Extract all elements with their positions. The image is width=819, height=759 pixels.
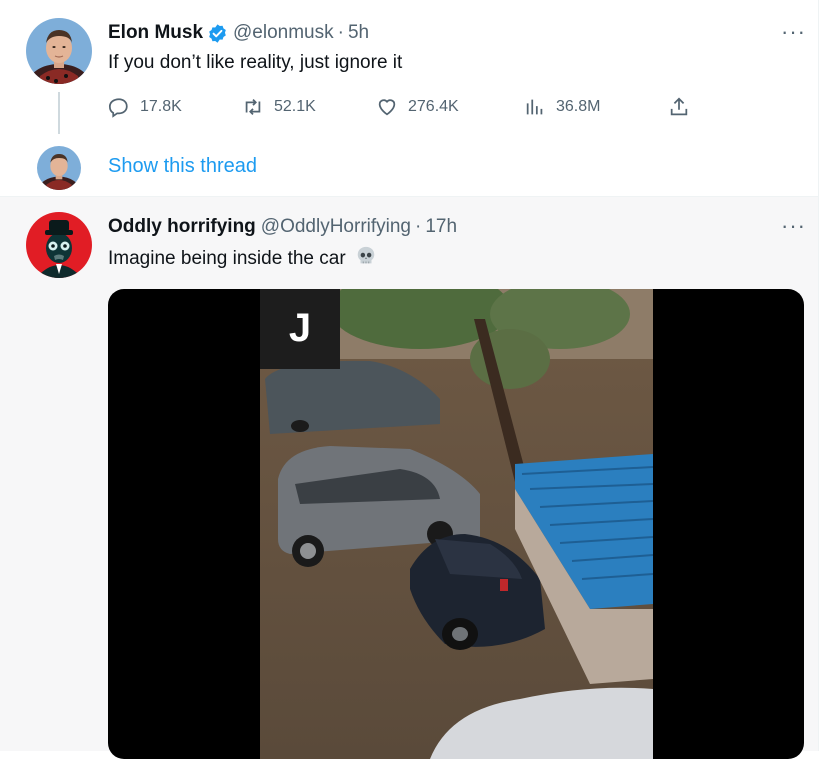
retweet-button[interactable]: 52.1K [242, 96, 316, 118]
like-count: 276.4K [408, 98, 459, 115]
timestamp[interactable]: 5h [348, 21, 369, 45]
tweet-elonmusk[interactable]: Elon Musk @elonmusk · 5h ··· If you don’… [0, 0, 819, 196]
avatar-elonmusk[interactable] [26, 18, 92, 84]
like-button[interactable]: 276.4K [376, 96, 459, 118]
display-name[interactable]: Oddly horrifying [108, 215, 256, 239]
verified-badge-icon [209, 23, 226, 43]
timestamp[interactable]: 17h [425, 215, 457, 239]
more-options-icon[interactable]: ··· [781, 215, 806, 237]
display-name[interactable]: Elon Musk [108, 21, 203, 45]
reply-count: 17.8K [140, 98, 182, 115]
video-frame: J [260, 289, 653, 759]
video-player[interactable]: J [108, 289, 804, 759]
thread-connector-line [58, 92, 60, 134]
tweet-text-content: Imagine being inside the car [108, 248, 346, 269]
tweet-header: Oddly horrifying @OddlyHorrifying · 17h [108, 215, 457, 239]
retweet-icon [245, 99, 261, 115]
avatar-elonmusk-small[interactable] [37, 146, 81, 190]
separator-dot: · [415, 216, 422, 237]
views-count: 36.8M [556, 98, 601, 115]
tweet-header: Elon Musk @elonmusk · 5h [108, 21, 369, 45]
handle[interactable]: @elonmusk [233, 21, 334, 45]
show-this-thread-link[interactable]: Show this thread [108, 155, 257, 178]
handle[interactable]: @OddlyHorrifying [261, 215, 411, 239]
retweet-count: 52.1K [274, 98, 316, 115]
tweet-text: If you don’t like reality, just ignore i… [108, 52, 403, 73]
views-button[interactable]: 36.8M [524, 96, 600, 118]
share-icon [670, 97, 688, 116]
reply-icon [108, 98, 128, 118]
skull-emoji-icon [357, 246, 375, 264]
share-button[interactable] [668, 96, 690, 118]
video-badge-text: J [289, 306, 311, 350]
heart-icon [378, 99, 396, 116]
views-icon [526, 99, 543, 115]
avatar-oddlyhorrifying[interactable] [26, 212, 92, 278]
separator-dot: · [337, 22, 344, 43]
more-options-icon[interactable]: ··· [781, 21, 806, 43]
tweet-text: Imagine being inside the car [108, 245, 377, 271]
reply-button[interactable]: 17.8K [108, 96, 182, 118]
